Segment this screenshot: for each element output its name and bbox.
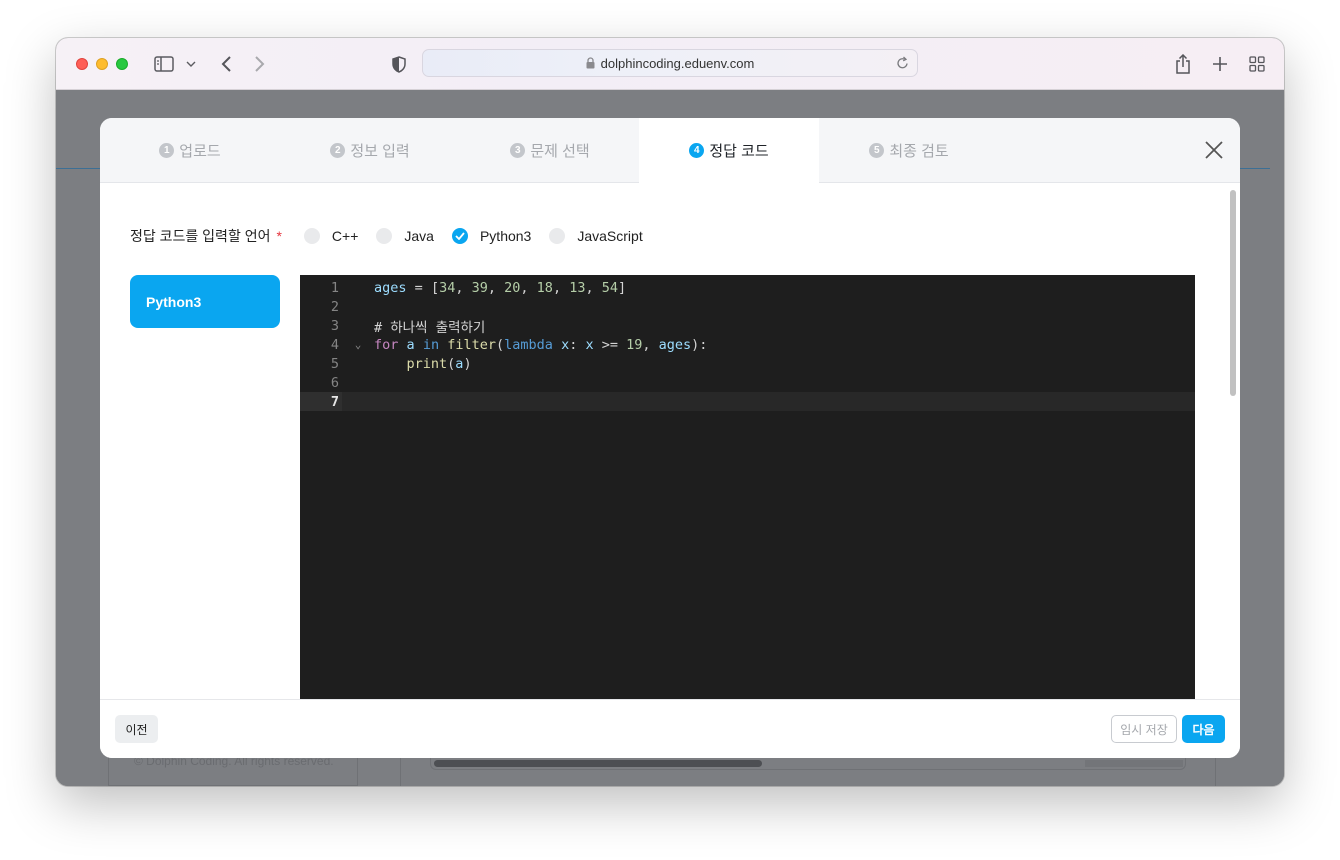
step-number: 4 xyxy=(689,143,705,158)
close-icon[interactable] xyxy=(1202,138,1226,162)
language-label: 정답 코드를 입력할 언어 * xyxy=(130,226,282,246)
required-mark: * xyxy=(276,228,282,244)
radio-label: Python3 xyxy=(479,228,532,244)
code-text: for a in filter(lambda x: x >= 19, ages)… xyxy=(374,336,708,353)
close-window-button[interactable] xyxy=(76,58,88,70)
radio-label: Java xyxy=(404,228,434,244)
line-number: 4 xyxy=(330,336,339,353)
share-icon[interactable] xyxy=(1172,52,1194,76)
language-label-text: 정답 코드를 입력할 언어 xyxy=(130,228,271,244)
tab-label: 최종 검토 xyxy=(889,143,949,160)
next-button[interactable]: 다음 xyxy=(1182,715,1225,743)
line-number: 6 xyxy=(330,374,339,391)
tab-info[interactable]: 2 정보 입력 xyxy=(280,118,460,183)
code-line: 6 xyxy=(300,373,1195,392)
code-line: 4 ⌄ for a in filter(lambda x: x >= 19, a… xyxy=(300,335,1195,354)
radio-javascript[interactable]: JavaScript xyxy=(549,228,643,244)
page-scroll-remainder xyxy=(1085,760,1183,767)
radio-label: JavaScript xyxy=(577,228,643,244)
browser-titlebar: dolphincoding.eduenv.com xyxy=(56,38,1284,90)
tab-label: 정보 입력 xyxy=(350,143,410,160)
radio-circle-checked[interactable] xyxy=(451,228,468,244)
radio-label: C++ xyxy=(331,228,359,244)
radio-circle[interactable] xyxy=(376,228,393,244)
sidebar-toggle-icon[interactable] xyxy=(152,52,176,76)
code-line-current: 7 xyxy=(300,392,1195,411)
prev-button[interactable]: 이전 xyxy=(115,715,158,743)
modal-body: 정답 코드를 입력할 언어 * C++ Java Python3 JavaScri… xyxy=(100,183,1240,705)
radio-circle[interactable] xyxy=(549,228,566,244)
page-scroll-thumb[interactable] xyxy=(434,760,762,767)
line-number: 1 xyxy=(330,279,339,296)
address-bar[interactable]: dolphincoding.eduenv.com xyxy=(422,49,918,77)
code-line: 2 xyxy=(300,297,1195,316)
modal-scrollbar[interactable] xyxy=(1229,187,1237,697)
radio-cpp[interactable]: C++ xyxy=(303,228,359,244)
tab-problem-select[interactable]: 3 문제 선택 xyxy=(460,118,640,183)
radio-java[interactable]: Java xyxy=(376,228,434,244)
forward-icon[interactable] xyxy=(250,52,270,76)
tab-label: 문제 선택 xyxy=(530,143,590,160)
step-number: 1 xyxy=(159,143,175,158)
line-number: 3 xyxy=(330,317,339,334)
selected-language-tab[interactable]: Python3 xyxy=(130,275,280,328)
line-number: 7 xyxy=(300,392,342,411)
temp-save-button[interactable]: 임시 저장 xyxy=(1111,715,1177,743)
step-number: 2 xyxy=(330,143,346,158)
code-line: 5 print(a) xyxy=(300,354,1195,373)
minimize-window-button[interactable] xyxy=(96,58,108,70)
language-selector: 정답 코드를 입력할 언어 * C++ Java Python3 JavaScri… xyxy=(130,227,661,245)
line-number: 2 xyxy=(330,298,339,315)
new-tab-icon[interactable] xyxy=(1209,52,1231,76)
radio-python3[interactable]: Python3 xyxy=(451,228,532,244)
line-number: 5 xyxy=(330,355,339,372)
modal-footer: 이전 임시 저장 다음 xyxy=(100,699,1240,758)
code-text: ages = [34, 39, 20, 18, 13, 54] xyxy=(374,279,627,296)
chevron-down-icon[interactable] xyxy=(184,52,198,76)
url-text: dolphincoding.eduenv.com xyxy=(600,55,755,71)
zoom-window-button[interactable] xyxy=(116,58,128,70)
radio-circle[interactable] xyxy=(303,228,320,244)
step-tabs: 1 업로드 2 정보 입력 3 문제 선택 4 정답 코드 5 최종 검토 xyxy=(100,118,1240,183)
tab-label: 정답 코드 xyxy=(709,143,769,160)
code-editor[interactable]: 1 ages = [34, 39, 20, 18, 13, 54] 2 3 # … xyxy=(300,275,1195,705)
code-line: 3 # 하나씩 출력하기 xyxy=(300,316,1195,336)
shield-icon[interactable] xyxy=(389,52,409,76)
reload-icon[interactable] xyxy=(896,56,909,73)
fold-chevron-icon[interactable]: ⌄ xyxy=(342,338,374,351)
lock-icon xyxy=(586,57,595,69)
step-number: 5 xyxy=(869,143,885,158)
check-icon xyxy=(455,232,465,240)
code-text: print(a) xyxy=(406,355,472,372)
tab-final-review[interactable]: 5 최종 검토 xyxy=(819,118,999,183)
tab-answer-code[interactable]: 4 정답 코드 xyxy=(639,118,819,183)
tab-overview-icon[interactable] xyxy=(1246,52,1268,76)
back-icon[interactable] xyxy=(216,52,236,76)
answer-code-modal: 1 업로드 2 정보 입력 3 문제 선택 4 정답 코드 5 최종 검토 정답… xyxy=(100,118,1240,758)
code-line: 1 ages = [34, 39, 20, 18, 13, 54] xyxy=(300,278,1195,297)
tab-label: 업로드 xyxy=(179,143,221,160)
tab-upload[interactable]: 1 업로드 xyxy=(100,118,280,183)
scrollbar-thumb[interactable] xyxy=(1230,190,1236,396)
code-comment: # 하나씩 출력하기 xyxy=(374,319,486,336)
step-number: 3 xyxy=(510,143,526,158)
